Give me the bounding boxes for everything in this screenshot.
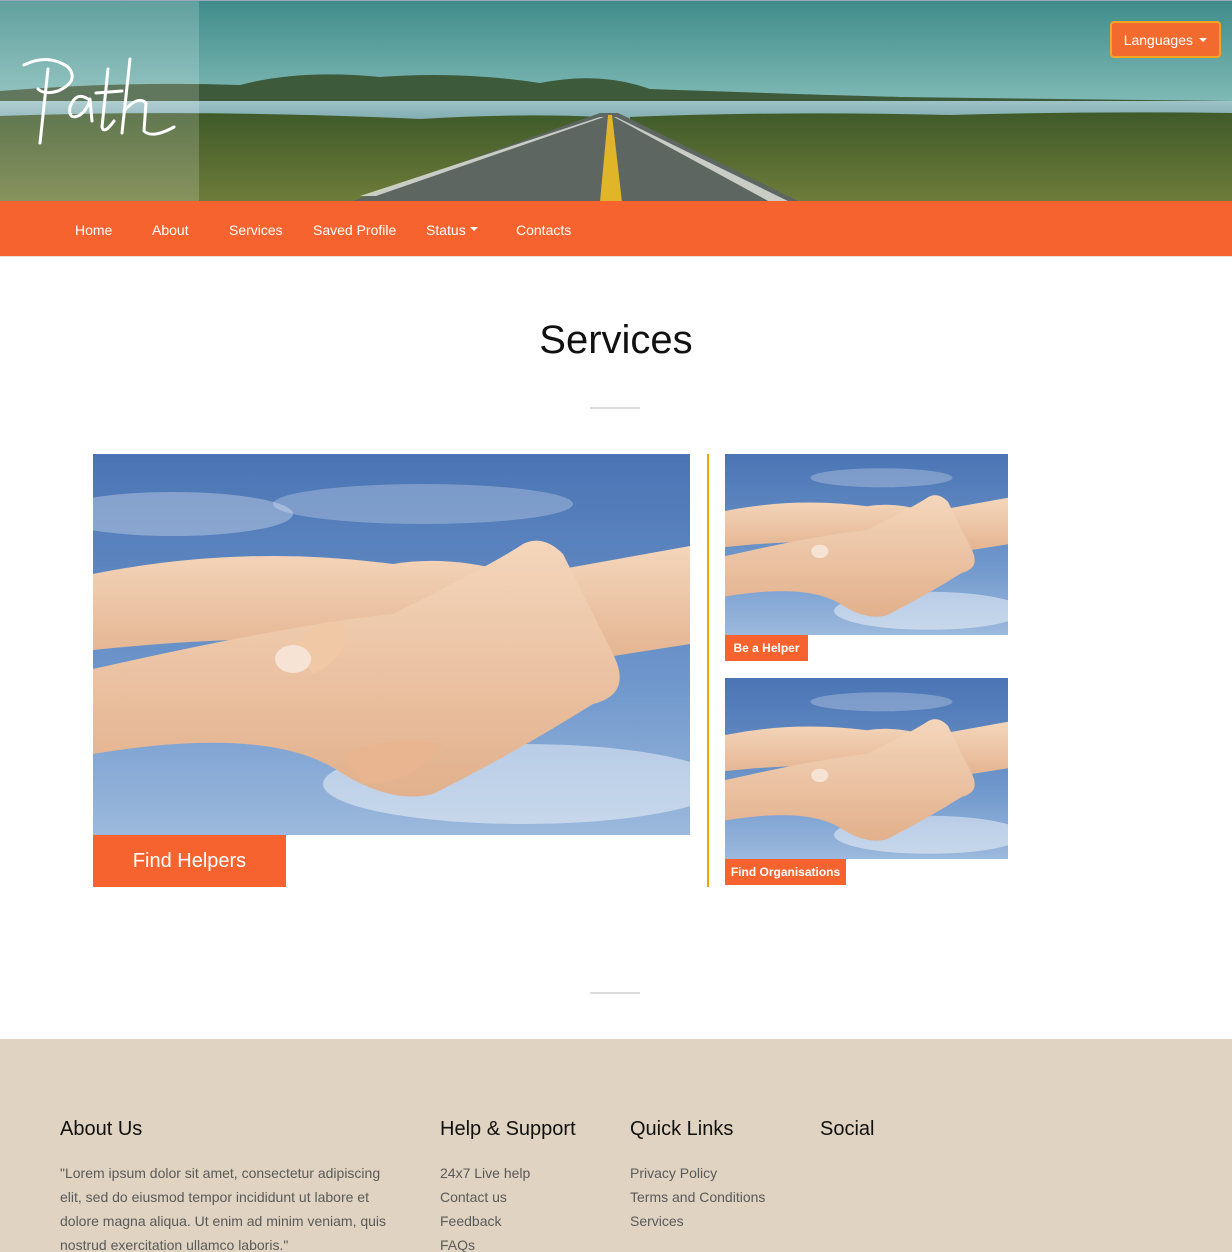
- footer-link-contact-us[interactable]: Contact us: [440, 1185, 530, 1209]
- footer-about-heading: About Us: [60, 1118, 143, 1140]
- footer-help-links: 24x7 Live help Contact us Feedback FAQs: [440, 1161, 530, 1252]
- logo[interactable]: [18, 51, 183, 151]
- header-banner: Languages: [0, 0, 1232, 201]
- find-helpers-image[interactable]: [93, 454, 690, 835]
- footer-social-heading: Social: [820, 1118, 875, 1140]
- path-logo-signature: [22, 57, 176, 145]
- nav-item-contacts[interactable]: Contacts: [516, 201, 571, 257]
- nav-item-status[interactable]: Status: [426, 201, 478, 257]
- footer-link-privacy-policy[interactable]: Privacy Policy: [630, 1161, 765, 1185]
- footer-quick-heading: Quick Links: [630, 1118, 734, 1140]
- nav-item-services[interactable]: Services: [229, 201, 283, 257]
- be-a-helper-button[interactable]: Be a Helper: [725, 635, 808, 661]
- find-organisations-button[interactable]: Find Organisations: [725, 859, 846, 885]
- footer-link-feedback[interactable]: Feedback: [440, 1209, 530, 1233]
- page-title: Services: [539, 318, 693, 362]
- languages-label: Languages: [1123, 31, 1193, 48]
- footer-link-services[interactable]: Services: [630, 1209, 765, 1233]
- footer: About Us "Lorem ipsum dolor sit amet, co…: [0, 1039, 1232, 1252]
- nav-item-saved-profile[interactable]: Saved Profile: [313, 201, 396, 257]
- be-a-helper-image[interactable]: [725, 454, 1008, 635]
- section-divider: [590, 992, 640, 994]
- find-helpers-button[interactable]: Find Helpers: [93, 835, 286, 887]
- find-organisations-image[interactable]: [725, 678, 1008, 859]
- nav-item-status-label: Status: [426, 222, 466, 238]
- caret-down-icon: [1199, 37, 1207, 42]
- footer-help-heading: Help & Support: [440, 1118, 576, 1140]
- nav-item-about[interactable]: About: [152, 201, 189, 257]
- footer-link-live-help[interactable]: 24x7 Live help: [440, 1161, 530, 1185]
- card-separator-line: [707, 454, 709, 887]
- nav-item-home[interactable]: Home: [75, 201, 112, 257]
- title-divider: [590, 407, 640, 409]
- footer-about-text: "Lorem ipsum dolor sit amet, consectetur…: [60, 1165, 387, 1252]
- footer-quick-links: Privacy Policy Terms and Conditions Serv…: [630, 1161, 765, 1233]
- caret-down-icon: [469, 227, 478, 232]
- footer-link-terms[interactable]: Terms and Conditions: [630, 1185, 765, 1209]
- footer-link-faqs[interactable]: FAQs: [440, 1233, 530, 1252]
- languages-dropdown-button[interactable]: Languages: [1109, 21, 1221, 58]
- main-navbar: Home About Services Saved Profile Status…: [0, 201, 1232, 257]
